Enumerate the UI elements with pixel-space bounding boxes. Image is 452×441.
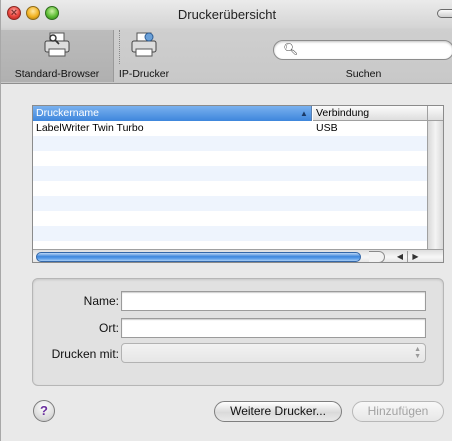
sort-ascending-icon: ▲ — [300, 109, 308, 118]
printer-list-rows: LabelWriter Twin Turbo USB — [33, 121, 427, 241]
help-button[interactable]: ? — [33, 400, 55, 422]
empty-row — [33, 226, 427, 241]
empty-row — [33, 151, 427, 166]
more-printers-button[interactable]: Weitere Drucker... — [214, 401, 342, 422]
toolbar-toggle-button[interactable] — [437, 9, 452, 18]
toolbar-standard-browser[interactable]: Standard-Browser — [1, 30, 114, 82]
location-label: Ort: — [99, 321, 119, 335]
column-header-printer-name[interactable]: Druckername — [33, 106, 312, 121]
scroll-left-icon[interactable]: ◀ — [393, 251, 408, 262]
vertical-scrollbar[interactable] — [427, 121, 443, 249]
empty-row — [33, 211, 427, 226]
horizontal-scrollbar[interactable]: ◀ ▶ — [33, 249, 443, 262]
search-label: Suchen — [345, 68, 382, 80]
scroll-track-end — [369, 251, 385, 262]
printer-list-header: Druckername ▲ Verbindung — [33, 106, 443, 121]
scroll-right-icon[interactable]: ▶ — [408, 251, 423, 262]
empty-row — [33, 196, 427, 211]
print-with-select[interactable]: ▲ ▼ — [121, 343, 426, 363]
search-field[interactable]: 🔍︎ — [273, 40, 452, 60]
scroll-arrows: ◀ ▶ — [393, 251, 423, 262]
window-title: Druckerübersicht — [177, 7, 277, 22]
chevron-updown-icon: ▲ ▼ — [414, 346, 421, 360]
printer-name-cell: LabelWriter Twin Turbo — [36, 122, 144, 134]
printer-browser-window: × Druckerübersicht Standard-Browser IP-D… — [0, 0, 452, 441]
toolbar-ip-printer[interactable]: IP-Drucker — [114, 30, 174, 82]
toolbar-standard-browser-label: Standard-Browser — [14, 68, 100, 80]
location-field[interactable] — [121, 318, 426, 338]
name-field[interactable] — [121, 291, 426, 311]
table-row[interactable]: LabelWriter Twin Turbo USB — [33, 121, 427, 136]
printer-list[interactable]: Druckername ▲ Verbindung LabelWriter Twi… — [32, 105, 444, 263]
empty-row — [33, 181, 427, 196]
title-toolbar: × Druckerübersicht Standard-Browser IP-D… — [1, 0, 452, 84]
empty-row — [33, 166, 427, 181]
horizontal-scroll-thumb[interactable] — [36, 252, 361, 262]
printer-connection-cell: USB — [316, 122, 338, 134]
print-with-label: Drucken mit: — [51, 347, 119, 361]
empty-row — [33, 136, 427, 151]
column-header-connection[interactable]: Verbindung — [313, 106, 427, 121]
add-button[interactable]: Hinzufügen — [352, 401, 444, 422]
printer-search-icon — [44, 32, 70, 57]
header-corner — [427, 106, 443, 121]
toolbar-ip-printer-label: IP-Drucker — [118, 68, 170, 80]
name-label: Name: — [83, 294, 119, 308]
search-icon: 🔍︎ — [283, 42, 299, 56]
network-printer-icon — [131, 32, 157, 57]
